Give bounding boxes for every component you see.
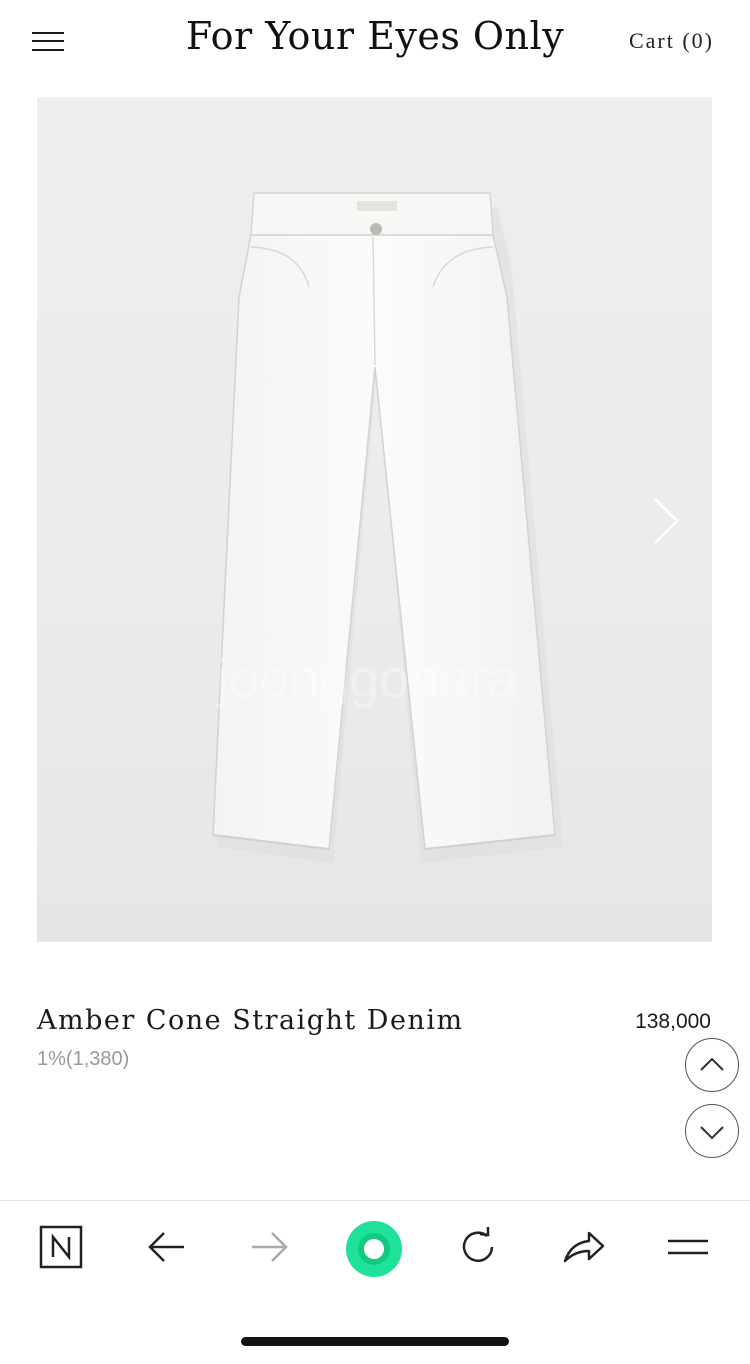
chevron-right-icon[interactable] bbox=[647, 495, 687, 547]
arrow-left-icon bbox=[148, 1232, 184, 1262]
share-icon bbox=[563, 1231, 605, 1263]
arrow-right-icon bbox=[252, 1232, 288, 1262]
chevron-up-icon bbox=[700, 1057, 724, 1071]
product-price: 138,000 bbox=[635, 1010, 711, 1033]
reload-icon bbox=[462, 1227, 494, 1262]
chevron-down-icon bbox=[700, 1126, 724, 1140]
naver-home-button[interactable] bbox=[31, 1225, 91, 1277]
product-image-gallery[interactable]: joonggonara bbox=[37, 97, 712, 942]
share-button[interactable] bbox=[553, 1225, 613, 1277]
scroll-up-button[interactable] bbox=[685, 1038, 739, 1092]
reload-button[interactable] bbox=[448, 1225, 508, 1277]
green-dot-icon bbox=[346, 1221, 402, 1277]
scroll-down-button[interactable] bbox=[685, 1104, 739, 1158]
product-image: joonggonara bbox=[212, 192, 563, 863]
forward-button[interactable] bbox=[240, 1225, 300, 1277]
green-dot-button[interactable] bbox=[344, 1219, 404, 1277]
naver-n-icon bbox=[39, 1225, 83, 1269]
double-line-menu-icon bbox=[668, 1239, 708, 1255]
back-button[interactable] bbox=[136, 1225, 196, 1277]
reward-points: 1%(1,380) bbox=[37, 1048, 130, 1070]
product-name: Amber Cone Straight Denim bbox=[37, 1005, 464, 1036]
browser-menu-button[interactable] bbox=[658, 1225, 718, 1277]
watermark-text: joonggonara bbox=[215, 649, 518, 709]
site-header: For Your Eyes Only Cart (0) bbox=[0, 0, 750, 90]
cart-link[interactable]: Cart (0) bbox=[629, 28, 714, 54]
home-indicator[interactable] bbox=[241, 1337, 509, 1346]
